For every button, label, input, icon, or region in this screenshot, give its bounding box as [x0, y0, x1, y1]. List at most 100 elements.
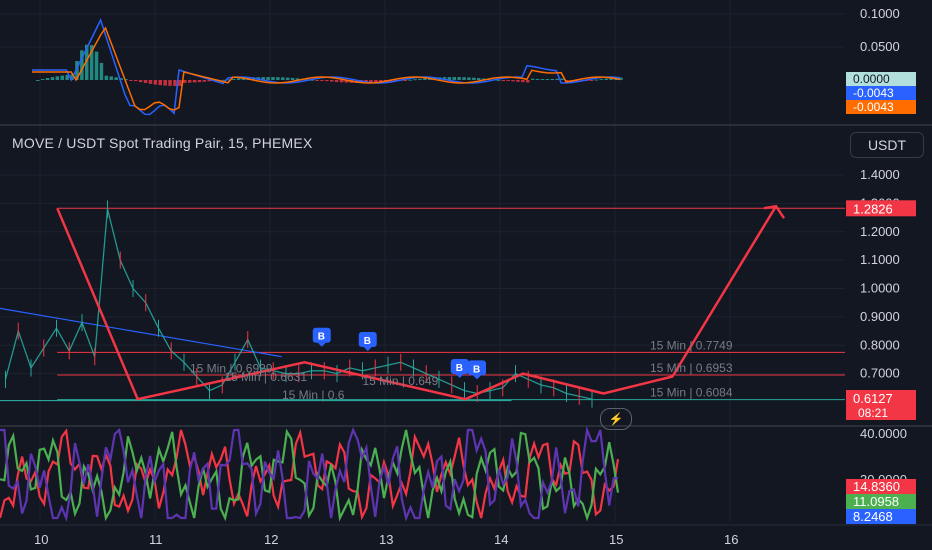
- level-label: 15 Min | 0.7749: [650, 338, 733, 352]
- macd-histogram-bar: [325, 80, 329, 82]
- macd-histogram-bar: [192, 80, 197, 83]
- macd-histogram-bar: [178, 80, 182, 86]
- macd-histogram-bar: [45, 78, 50, 80]
- buy-signal-label: B: [473, 364, 480, 375]
- osc-series-green: [0, 428, 620, 522]
- macd-y-tick: 0.1000: [860, 6, 900, 21]
- macd-histogram-bar: [334, 80, 339, 83]
- macd-histogram-bar: [158, 80, 162, 86]
- macd-histogram-bar: [530, 78, 535, 80]
- price-y-tick: 1.0000: [860, 281, 900, 296]
- buy-signal-label: B: [318, 332, 325, 343]
- price-y-tick: 1.2000: [860, 224, 900, 239]
- macd-histogram-bar: [99, 62, 104, 80]
- signal-line: [32, 26, 621, 111]
- buy-signal-pointer: [363, 346, 372, 351]
- macd-histogram-bar: [320, 80, 324, 81]
- price-y-tick: 0.7000: [860, 366, 900, 381]
- price-y-tick: 0.8000: [860, 337, 900, 352]
- price-y-tick: 1.4000: [860, 167, 900, 182]
- x-tick-label: 13: [379, 532, 393, 547]
- macd-histogram-bar: [506, 80, 510, 81]
- macd-histogram-bar: [266, 77, 270, 80]
- osc-value-label: 8.2468: [853, 509, 893, 524]
- macd-histogram-bar: [457, 77, 461, 80]
- macd-histogram-bar: [276, 77, 280, 80]
- x-tick-label: 12: [264, 532, 278, 547]
- price-y-tick: 0.9000: [860, 309, 900, 324]
- macd-histogram-bar: [202, 80, 207, 82]
- buy-signal-label: B: [364, 336, 371, 347]
- osc-series-red: [0, 428, 620, 521]
- macd-histogram-bar: [40, 79, 45, 81]
- level-label: 15 Min | 0.6: [282, 388, 345, 402]
- macd-histogram-bar: [104, 75, 109, 80]
- level-label: 15 Min | 0.6084: [650, 386, 733, 400]
- buy-signal-pointer: [317, 342, 326, 347]
- macd-histogram-bar: [183, 80, 187, 83]
- price-y-tick: 1.1000: [860, 252, 900, 267]
- last-price-label: 0.6127: [853, 391, 893, 406]
- macd-histogram-bar: [173, 80, 177, 86]
- macd-histogram-bar: [187, 80, 192, 83]
- macd-histogram-bar: [148, 80, 153, 84]
- macd-histogram-bar: [521, 80, 525, 83]
- macd-histogram-bar: [143, 80, 148, 84]
- macd-histogram-bar: [315, 80, 319, 81]
- osc-series-purple: [0, 425, 619, 522]
- macd-histogram-bar: [472, 77, 476, 80]
- target-price-label: 1.2826: [853, 201, 893, 216]
- macd-histogram-bar: [281, 77, 285, 80]
- macd-histogram-bar: [271, 77, 275, 80]
- macd-histogram-bar: [594, 79, 599, 81]
- buy-signal-label: B: [456, 363, 463, 374]
- macd-histogram-bar: [236, 78, 241, 80]
- macd-histogram-bar: [560, 78, 564, 80]
- macd-histogram-bar: [134, 80, 138, 82]
- macd-histogram-bar: [467, 77, 471, 80]
- macd-histogram-bar: [94, 51, 99, 80]
- countdown-label: 08:21: [858, 406, 888, 420]
- macd-histogram-bar: [285, 77, 290, 80]
- level-label: 15 Min | 0.6631: [225, 370, 308, 384]
- lightning-icon[interactable]: ⚡: [600, 408, 632, 430]
- macd-histogram-bar: [153, 80, 158, 85]
- macd-histogram-bar: [535, 78, 540, 80]
- macd-value-label: -0.0043: [853, 86, 894, 100]
- macd-histogram-bar: [501, 80, 505, 81]
- level-label: 15 Min | 0.649: [363, 374, 439, 388]
- osc-y-tick: 40.0000: [860, 426, 907, 441]
- osc-value-label: 11.0958: [853, 494, 899, 509]
- osc-value-label: 14.8360: [853, 479, 900, 494]
- currency-button[interactable]: USDT: [850, 132, 924, 158]
- macd-histogram-bar: [60, 75, 64, 80]
- x-tick-label: 16: [724, 532, 738, 547]
- macd-histogram-bar: [129, 80, 133, 81]
- buy-signal-pointer: [455, 373, 464, 378]
- macd-histogram-bar: [114, 77, 118, 80]
- macd-histogram-bar: [413, 79, 417, 81]
- macd-histogram-bar: [516, 80, 520, 82]
- macd-histogram-bar: [418, 78, 422, 80]
- buy-signal-pointer: [473, 375, 481, 380]
- macd-histogram-bar: [452, 77, 456, 80]
- macd-histogram-bar: [163, 80, 167, 86]
- macd-histogram-bar: [589, 80, 594, 81]
- macd-histogram-bar: [408, 79, 412, 81]
- chart-canvas: 10 11 12 13 14 15 160.10000.05000.0000-0.0043-…: [0, 0, 932, 547]
- macd-value-label: 0.0000: [853, 72, 890, 86]
- macd-histogram-bar: [545, 78, 550, 80]
- chart-title: MOVE / USDT Spot Trading Pair, 15, PHEME…: [12, 135, 313, 151]
- macd-value-label: -0.0043: [853, 100, 894, 114]
- macd-histogram-bar: [555, 78, 559, 80]
- macd-histogram-bar: [168, 80, 172, 86]
- macd-histogram-bar: [339, 80, 344, 83]
- macd-histogram-bar: [540, 78, 545, 80]
- macd-histogram-bar: [50, 77, 55, 80]
- macd-histogram-bar: [36, 80, 40, 81]
- macd-histogram-bar: [330, 80, 334, 82]
- x-tick-label: 14: [494, 532, 508, 547]
- macd-histogram-bar: [55, 76, 60, 80]
- macd-histogram-bar: [138, 80, 143, 83]
- x-tick-label: 11: [149, 532, 163, 547]
